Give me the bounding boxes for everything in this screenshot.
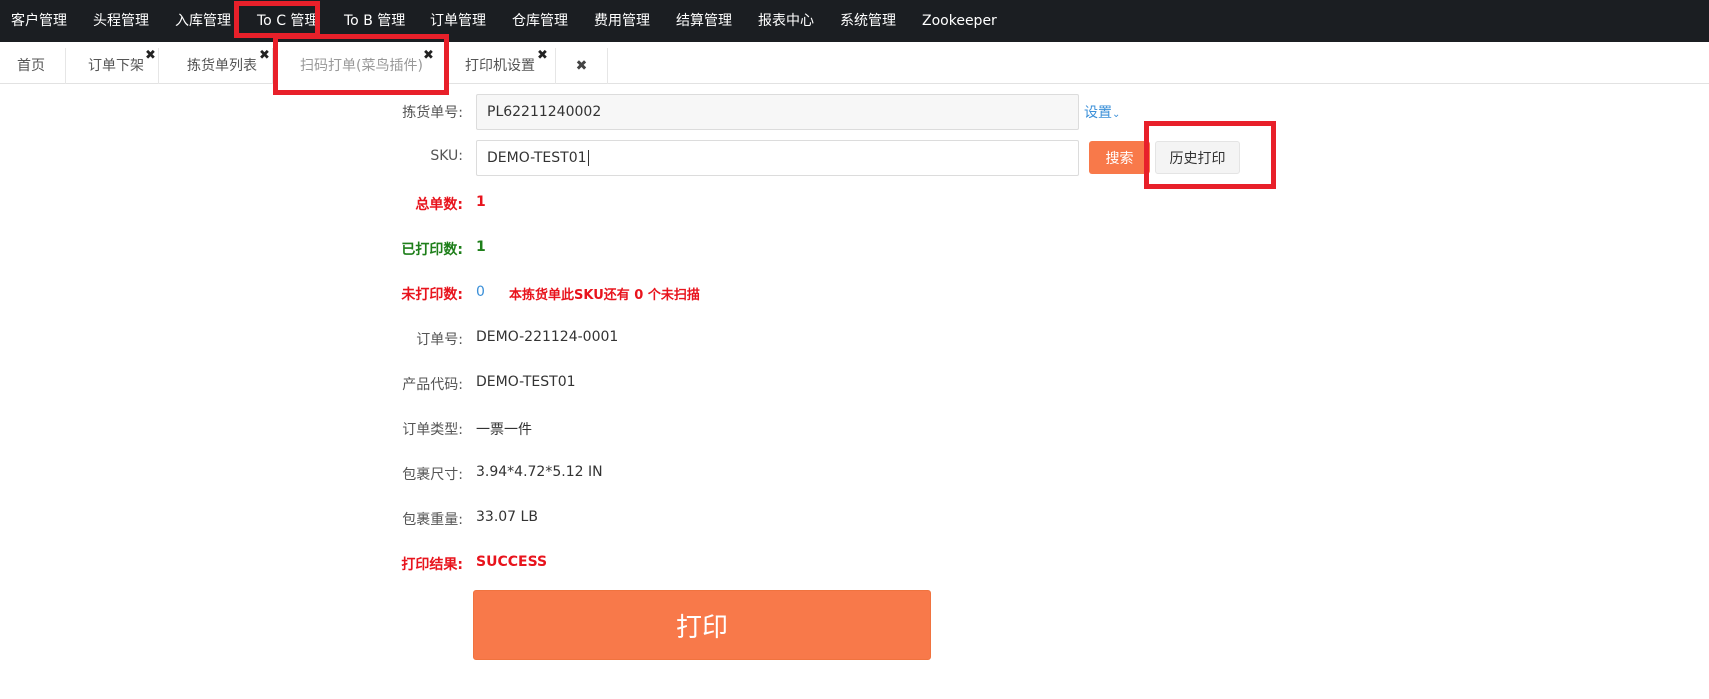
close-icon[interactable]: ✖ <box>259 38 270 74</box>
unprinted-count-label: 未打印数: <box>401 287 463 303</box>
print-result-label: 打印结果: <box>401 557 463 573</box>
sku-label: SKU: <box>430 148 463 164</box>
package-weight-value: 33.07 LB <box>476 509 538 525</box>
product-code-label: 产品代码: <box>402 377 463 393</box>
tab-label: 订单下架 <box>88 58 144 74</box>
order-type-label: 订单类型: <box>402 422 463 438</box>
nav-item-fees[interactable]: 费用管理 <box>594 0 650 42</box>
settings-link-label: 设置 <box>1084 105 1112 121</box>
nav-item-orders[interactable]: 订单管理 <box>430 0 486 42</box>
product-code-value: DEMO-TEST01 <box>476 374 576 390</box>
chevron-down-icon: ⌄ <box>1112 109 1121 120</box>
tab-picking-list[interactable]: 拣货单列表 ✖ <box>159 48 273 84</box>
nav-item-zookeeper[interactable]: Zookeeper <box>922 0 997 42</box>
package-size-value: 3.94*4.72*5.12 IN <box>476 464 603 480</box>
order-type-value: 一票一件 <box>476 422 532 438</box>
picking-no-input[interactable]: PL62211240002 <box>476 94 1079 130</box>
nav-item-settlement[interactable]: 结算管理 <box>676 0 732 42</box>
nav-item-to-c[interactable]: To C 管理 <box>257 0 318 42</box>
tab-order-unshelve[interactable]: 订单下架 ✖ <box>66 48 159 84</box>
tab-printer-settings[interactable]: 打印机设置 ✖ <box>447 48 556 84</box>
close-icon[interactable]: ✖ <box>537 38 548 74</box>
package-weight-label: 包裹重量: <box>402 512 463 528</box>
history-print-button[interactable]: 历史打印 <box>1155 141 1240 174</box>
nav-item-warehouse[interactable]: 仓库管理 <box>512 0 568 42</box>
unprinted-count-value: 0 <box>476 284 485 300</box>
sku-input[interactable]: DEMO-TEST01 <box>476 140 1079 176</box>
printed-count-value: 1 <box>476 239 486 255</box>
total-count-label: 总单数: <box>415 197 463 213</box>
tab-label: 首页 <box>17 58 45 74</box>
nav-item-first-leg[interactable]: 头程管理 <box>93 0 149 42</box>
printed-count-label: 已打印数: <box>401 242 463 258</box>
tab-label: 扫码打单(菜鸟插件) <box>300 58 423 74</box>
close-all-tabs-button[interactable]: ✖ <box>556 48 608 84</box>
settings-link[interactable]: 设置⌄ <box>1084 102 1120 122</box>
tab-bar: 首页 订单下架 ✖ 拣货单列表 ✖ 扫码打单(菜鸟插件) ✖ 打印机设置 ✖ ✖ <box>0 42 1709 85</box>
close-icon[interactable]: ✖ <box>145 38 156 74</box>
tab-label: 拣货单列表 <box>187 58 257 74</box>
nav-item-reports[interactable]: 报表中心 <box>758 0 814 42</box>
text-caret <box>587 150 589 166</box>
print-button[interactable]: 打印 <box>473 590 931 660</box>
unscanned-message: 本拣货单此SKU还有 0 个未扫描 <box>509 288 700 303</box>
order-no-label: 订单号: <box>416 332 463 348</box>
nav-item-inbound[interactable]: 入库管理 <box>175 0 231 42</box>
nav-item-to-b[interactable]: To B 管理 <box>344 0 405 42</box>
sku-input-value: DEMO-TEST01 <box>487 150 587 166</box>
picking-no-label: 拣货单号: <box>402 105 463 121</box>
print-result-value: SUCCESS <box>476 554 548 570</box>
nav-item-customer[interactable]: 客户管理 <box>11 0 67 42</box>
package-size-label: 包裹尺寸: <box>402 467 463 483</box>
order-no-value: DEMO-221124-0001 <box>476 329 619 345</box>
search-button[interactable]: 搜索 <box>1089 141 1150 174</box>
tab-scan-print[interactable]: 扫码打单(菜鸟插件) ✖ <box>273 48 447 85</box>
close-icon: ✖ <box>575 58 588 74</box>
total-count-value: 1 <box>476 194 486 210</box>
tab-home[interactable]: 首页 <box>0 48 66 84</box>
nav-item-system[interactable]: 系统管理 <box>840 0 896 42</box>
top-nav: 客户管理 头程管理 入库管理 To C 管理 To B 管理 订单管理 仓库管理… <box>0 0 1709 42</box>
close-icon[interactable]: ✖ <box>423 38 434 74</box>
tab-label: 打印机设置 <box>465 58 535 74</box>
